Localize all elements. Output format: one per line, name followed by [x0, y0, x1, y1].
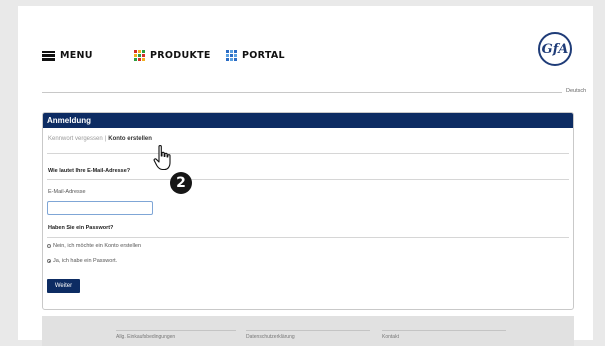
account-links: Kennwort vergessen | Konto erstellen	[48, 136, 152, 142]
footer-link-terms[interactable]: Allg. Einkaufsbedingungen	[116, 334, 175, 340]
page: MENU PRODUKTE PORTAL GfA Deutsch Anmeldu…	[18, 6, 593, 346]
password-question: Haben Sie ein Passwort?	[48, 225, 114, 231]
grid-icon	[134, 50, 145, 61]
weiter-button[interactable]: Weiter	[47, 279, 80, 293]
hamburger-menu-icon	[42, 50, 55, 61]
divider	[47, 237, 569, 238]
footer-divider	[116, 330, 236, 331]
footer-divider	[246, 330, 370, 331]
radio-create-account[interactable]: Nein, ich möchte ein Konto erstellen	[47, 243, 141, 249]
step-number-badge: 2	[170, 172, 192, 194]
email-input[interactable]	[47, 201, 153, 215]
logo-text: GfA	[541, 41, 569, 57]
footer-divider	[382, 330, 506, 331]
nav-produkte-label: PRODUKTE	[150, 50, 211, 61]
radio-have-password[interactable]: Ja, ich habe ein Passwort.	[47, 258, 117, 264]
nav-menu-label: MENU	[60, 50, 93, 61]
create-account-link[interactable]: Konto erstellen	[108, 136, 152, 142]
login-panel: Anmeldung Kennwort vergessen | Konto erste…	[42, 112, 574, 310]
divider	[47, 153, 569, 154]
header-divider	[42, 92, 562, 93]
footer: Allg. Einkaufsbedingungen Datenschutzerk…	[42, 316, 574, 346]
nav-portal[interactable]: PORTAL	[226, 50, 285, 61]
hand-pointer-icon	[153, 144, 175, 177]
gfa-logo[interactable]: GfA	[538, 32, 572, 66]
language-switch[interactable]: Deutsch	[566, 88, 586, 94]
radio-button[interactable]	[47, 244, 51, 248]
footer-link-privacy[interactable]: Datenschutzerklärung	[246, 334, 295, 340]
radio-label: Nein, ich möchte ein Konto erstellen	[53, 243, 142, 249]
nav-portal-label: PORTAL	[242, 50, 285, 61]
nav-menu[interactable]: MENU	[42, 50, 93, 61]
radio-label: Ja, ich habe ein Passwort.	[53, 258, 118, 264]
nav-produkte[interactable]: PRODUKTE	[134, 50, 211, 61]
login-title: Anmeldung	[43, 113, 573, 128]
grid-icon	[226, 50, 237, 61]
footer-link-contact[interactable]: Kontakt	[382, 334, 399, 340]
link-separator: |	[104, 136, 107, 142]
email-question: Wie lautet Ihre E-Mail-Adresse?	[48, 168, 131, 174]
divider	[47, 179, 569, 180]
radio-button-selected[interactable]	[47, 259, 51, 263]
forgot-password-link[interactable]: Kennwort vergessen	[48, 136, 103, 142]
email-label: E-Mail-Adresse	[48, 189, 86, 195]
